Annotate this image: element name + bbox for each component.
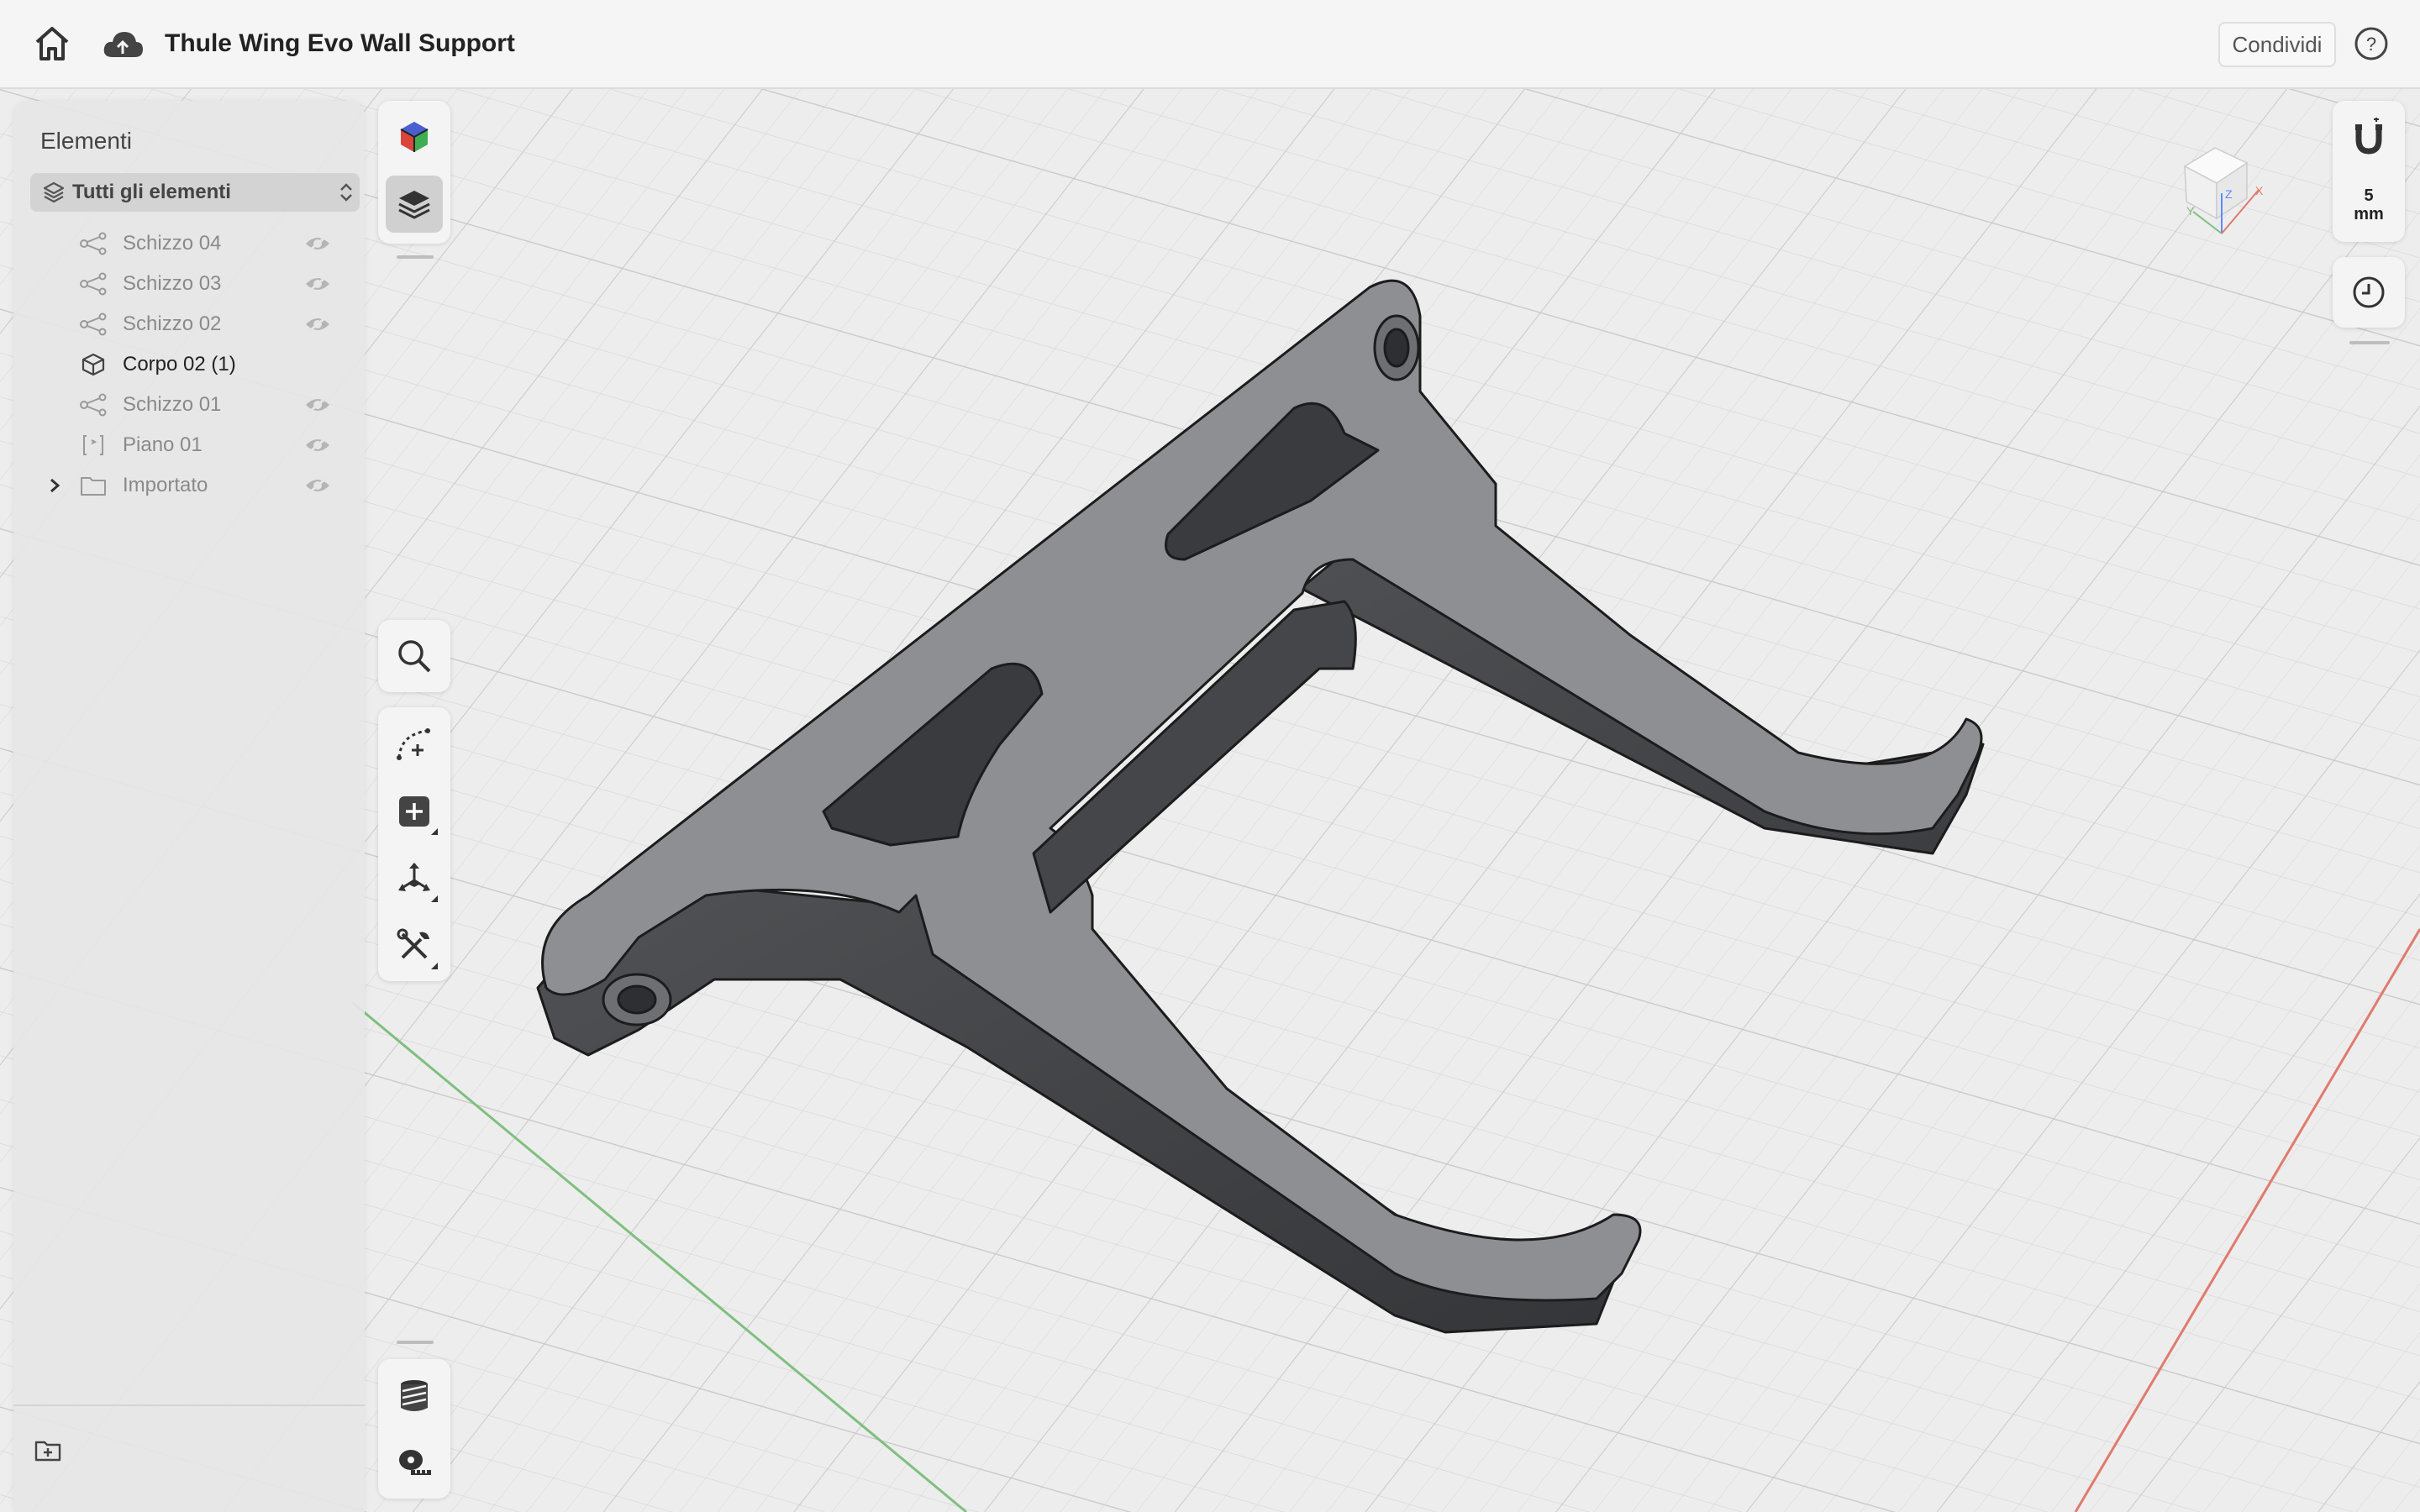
tree-item-schizzo-01[interactable]: Schizzo 01	[13, 385, 365, 425]
magnet-icon[interactable]	[2340, 108, 2397, 165]
sketch-tool-icon[interactable]	[386, 716, 443, 773]
strip-divider	[397, 255, 434, 259]
panel-divider	[13, 1404, 365, 1406]
help-icon[interactable]: ?	[2353, 25, 2390, 62]
tree-item-schizzo-04[interactable]: Schizzo 04	[13, 223, 365, 264]
section-view-icon[interactable]	[386, 1368, 443, 1425]
display-tools-strip	[378, 101, 450, 244]
visibility-eye-icon[interactable]	[304, 395, 331, 415]
sketch-icon	[79, 272, 108, 296]
appearance-cube-icon[interactable]	[386, 108, 443, 165]
share-button[interactable]: Condividi	[2218, 22, 2336, 67]
submenu-indicator	[431, 895, 438, 902]
tree-item-label: Schizzo 01	[123, 393, 222, 416]
visibility-eye-icon[interactable]	[304, 234, 331, 254]
analysis-tools-strip	[378, 1359, 450, 1499]
submenu-indicator	[431, 963, 438, 969]
tree-item-label: Importato	[123, 474, 208, 496]
new-folder-icon[interactable]	[34, 1438, 62, 1463]
tree-item-label: Schizzo 03	[123, 272, 222, 295]
home-icon[interactable]	[32, 24, 72, 64]
tree-item-label: Piano 01	[123, 433, 203, 456]
tree-item-label: Corpo 02 (1)	[123, 353, 236, 375]
tree-item-label: Schizzo 02	[123, 312, 222, 335]
layers-stack-icon[interactable]	[386, 176, 443, 233]
plane-icon	[79, 433, 108, 457]
measure-tape-icon[interactable]	[386, 1433, 443, 1490]
chevron-right-icon[interactable]	[45, 475, 64, 496]
filter-label: Tutti gli elementi	[72, 181, 231, 203]
tree-item-corpo-02[interactable]: Corpo 02 (1)	[13, 344, 365, 385]
search-icon[interactable]	[386, 627, 443, 685]
sketch-icon	[79, 393, 108, 417]
body-cube-icon	[79, 353, 108, 376]
tree-item-schizzo-03[interactable]: Schizzo 03	[13, 264, 365, 304]
modeling-tools-strip	[378, 707, 450, 981]
title-bar: Thule Wing Evo Wall Support Condividi ?	[0, 0, 2420, 89]
view-cube[interactable]: Y X Z	[2160, 134, 2269, 244]
document-title: Thule Wing Evo Wall Support	[165, 29, 515, 57]
elements-filter-dropdown[interactable]: Tutti gli elementi	[30, 173, 360, 212]
snap-scale-strip: 5 mm	[2333, 101, 2405, 242]
layers-icon	[42, 181, 66, 204]
search-tool-strip	[378, 620, 450, 692]
svg-text:Z: Z	[2225, 187, 2233, 201]
tree-item-label: Schizzo 04	[123, 232, 222, 255]
elements-panel: Elementi Tutti gli elementi Schizzo 04 S…	[13, 101, 365, 1512]
strip-divider	[2349, 341, 2390, 344]
grid-scale-value: 5	[2364, 186, 2374, 205]
sketch-icon	[79, 312, 108, 336]
add-primitive-icon[interactable]	[386, 783, 443, 840]
sketch-icon	[79, 232, 108, 255]
tree-item-piano-01[interactable]: Piano 01	[13, 425, 365, 465]
svg-text:X: X	[2255, 184, 2264, 197]
grid-scale-unit: mm	[2354, 205, 2384, 223]
cloud-sync-icon[interactable]	[101, 25, 145, 64]
folder-icon	[79, 474, 108, 497]
visibility-eye-icon[interactable]	[304, 475, 331, 496]
visibility-eye-icon[interactable]	[304, 314, 331, 334]
panel-heading: Elementi	[40, 128, 132, 154]
tree-item-importato[interactable]: Importato	[13, 465, 365, 506]
tools-icon[interactable]	[386, 917, 443, 974]
visibility-eye-icon[interactable]	[304, 274, 331, 294]
history-clock-icon[interactable]	[2340, 264, 2397, 321]
svg-text:Y: Y	[2186, 204, 2195, 218]
transform-icon[interactable]	[386, 850, 443, 907]
submenu-indicator	[431, 828, 438, 835]
strip-divider	[397, 1341, 434, 1344]
tree-item-schizzo-02[interactable]: Schizzo 02	[13, 304, 365, 344]
history-strip	[2333, 257, 2405, 328]
chevron-updown-icon	[336, 181, 356, 204]
svg-text:?: ?	[2366, 34, 2376, 55]
visibility-eye-icon[interactable]	[304, 435, 331, 455]
